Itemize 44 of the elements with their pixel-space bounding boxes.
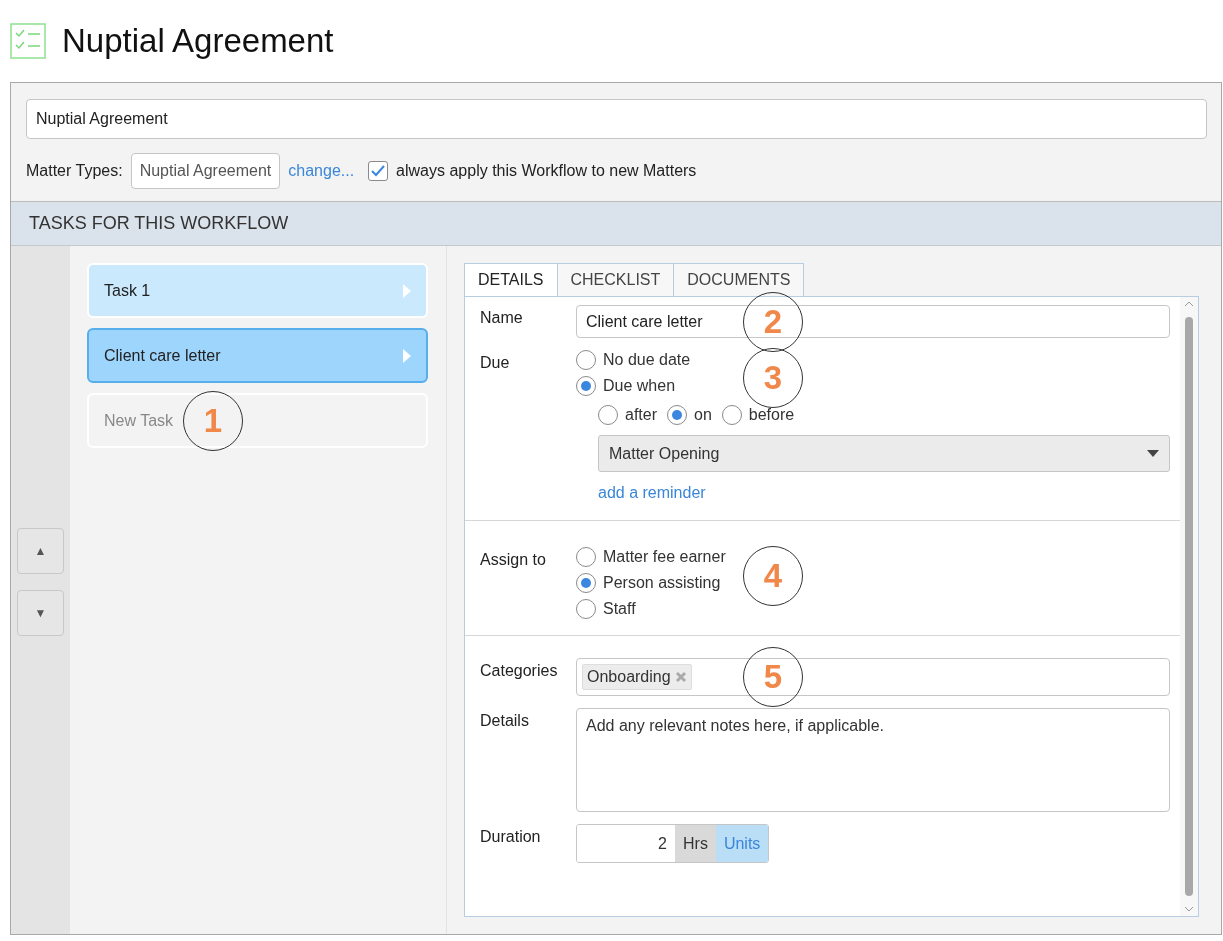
task-label: Client care letter bbox=[104, 346, 221, 365]
tab[interactable]: CHECKLIST bbox=[557, 263, 675, 296]
workflow-name-field[interactable]: Nuptial Agreement bbox=[26, 99, 1207, 139]
task-item[interactable]: Task 1 bbox=[87, 263, 428, 318]
move-button[interactable]: ▲ bbox=[17, 528, 64, 574]
field-label: Details bbox=[480, 711, 530, 730]
radio-option[interactable]: before bbox=[721, 405, 795, 425]
tab[interactable]: DETAILS bbox=[464, 263, 558, 296]
chevron-up-icon[interactable] bbox=[1184, 301, 1194, 307]
task-label: Task 1 bbox=[104, 281, 151, 300]
radio-option[interactable]: No due date bbox=[576, 350, 691, 370]
field-label: Duration bbox=[480, 827, 542, 846]
details-field[interactable]: Add any relevant notes here, if applicable. bbox=[576, 708, 1170, 812]
task-item[interactable]: Client care letter bbox=[87, 328, 428, 383]
add-reminder-link[interactable]: add a reminder bbox=[598, 484, 706, 502]
radio-option[interactable]: Person assisting bbox=[576, 573, 721, 593]
field-label: Categories bbox=[480, 661, 559, 680]
page-title: Nuptial Agreement bbox=[62, 22, 334, 60]
checkbox-label: always apply this Workflow to new Matters bbox=[396, 162, 697, 180]
radio-option[interactable]: Due when bbox=[576, 376, 676, 396]
radio-option[interactable]: Staff bbox=[576, 599, 636, 619]
field-label: Name bbox=[480, 308, 524, 327]
radio-option[interactable]: after bbox=[598, 405, 657, 425]
section-header: TASKS FOR THIS WORKFLOW bbox=[11, 201, 1221, 246]
event-dropdown[interactable]: Matter Opening bbox=[598, 435, 1170, 472]
tab[interactable]: DOCUMENTS bbox=[674, 263, 805, 296]
move-button[interactable]: ▼ bbox=[17, 590, 64, 636]
radio-option[interactable]: Matter fee earner bbox=[576, 547, 726, 567]
caret-icon bbox=[1147, 450, 1159, 457]
matter-types-label: Matter Types: bbox=[26, 162, 123, 180]
close-icon[interactable] bbox=[674, 671, 687, 683]
field-label: Assign to bbox=[480, 550, 547, 569]
checklist-icon bbox=[10, 23, 46, 59]
field-label: Due bbox=[480, 353, 511, 372]
category-tag: Onboarding bbox=[582, 664, 692, 690]
radio-option[interactable]: on bbox=[667, 405, 712, 425]
chevron-down-icon[interactable] bbox=[1184, 906, 1194, 912]
change-link[interactable]: change... bbox=[288, 162, 355, 180]
arrow-icon bbox=[402, 348, 412, 363]
scrollbar[interactable] bbox=[1180, 297, 1198, 916]
task-label: New Task bbox=[104, 411, 174, 430]
matter-types-field[interactable]: Nuptial Agreement bbox=[130, 153, 281, 189]
arrow-icon bbox=[402, 283, 412, 298]
checkbox[interactable] bbox=[368, 161, 389, 181]
